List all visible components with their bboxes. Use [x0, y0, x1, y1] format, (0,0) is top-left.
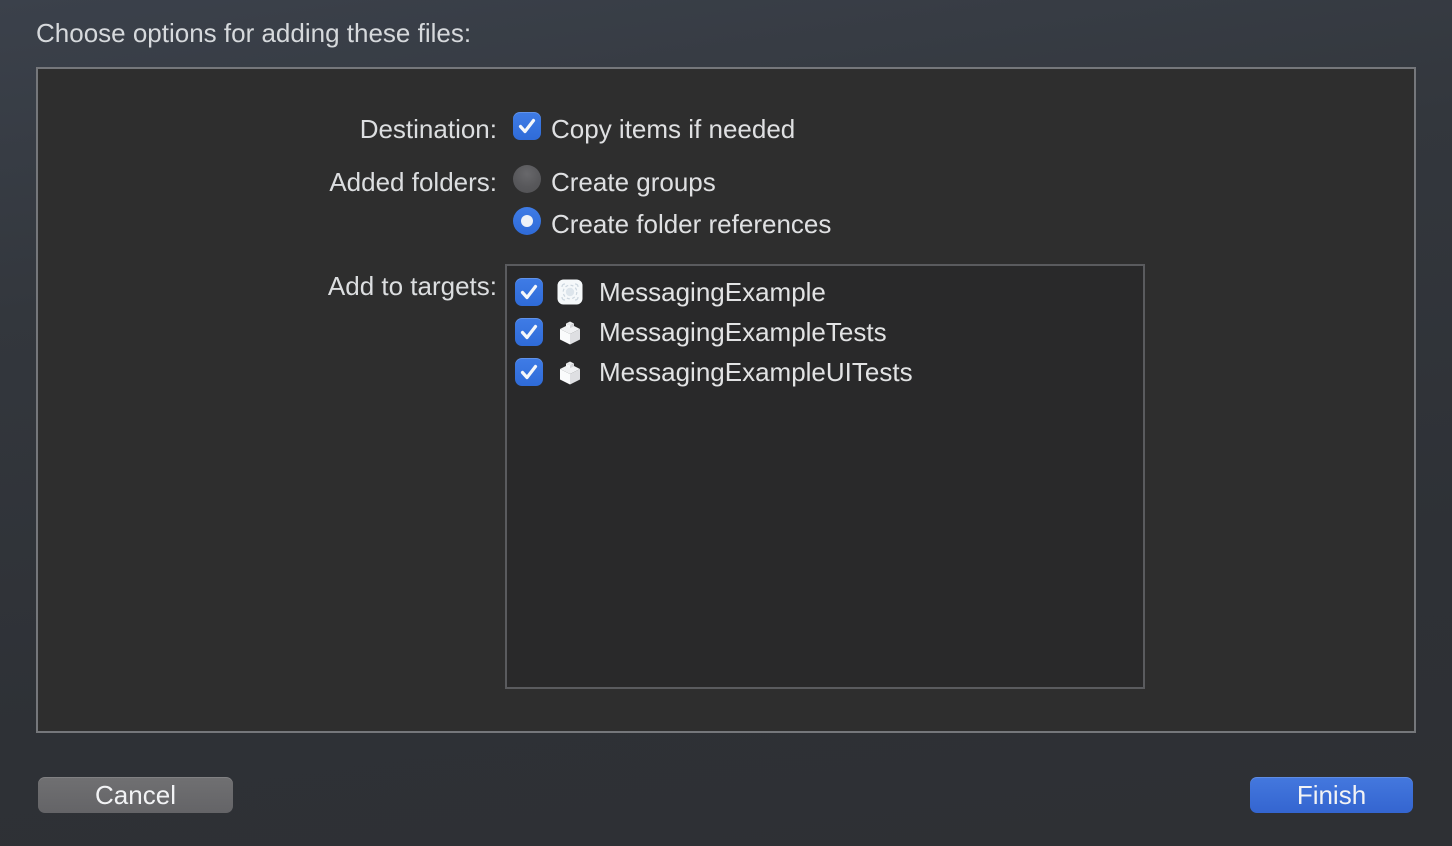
finish-button[interactable]: Finish	[1250, 777, 1413, 813]
add-files-options-dialog: Choose options for adding these files: D…	[0, 0, 1452, 846]
cancel-button[interactable]: Cancel	[38, 777, 233, 813]
dialog-title: Choose options for adding these files:	[36, 18, 471, 48]
add-to-targets-label: Add to targets:	[38, 271, 497, 301]
copy-items-label[interactable]: Copy items if needed	[551, 114, 795, 144]
targets-list[interactable]: MessagingExample	[505, 264, 1145, 689]
added-folders-label: Added folders:	[38, 167, 497, 197]
create-folder-references-radio[interactable]	[513, 207, 541, 235]
radio-selected-dot	[521, 215, 533, 227]
target-checkbox[interactable]	[515, 358, 543, 386]
target-checkbox[interactable]	[515, 278, 543, 306]
target-name: MessagingExampleUITests	[599, 357, 913, 388]
target-name: MessagingExampleTests	[599, 317, 887, 348]
options-panel: Destination: Copy items if needed Added …	[36, 67, 1416, 733]
target-row-messaging-example-tests[interactable]: MessagingExampleTests	[507, 312, 1143, 352]
create-groups-radio[interactable]	[513, 165, 541, 193]
checkmark-icon	[515, 278, 543, 306]
test-bundle-icon	[557, 319, 583, 345]
checkmark-icon	[515, 318, 543, 346]
copy-items-checkbox[interactable]	[513, 112, 541, 140]
target-row-messaging-example[interactable]: MessagingExample	[507, 272, 1143, 312]
target-name: MessagingExample	[599, 277, 826, 308]
create-groups-label[interactable]: Create groups	[551, 167, 716, 197]
checkmark-icon	[513, 112, 541, 140]
test-bundle-icon	[557, 359, 583, 385]
checkmark-icon	[515, 358, 543, 386]
app-icon	[557, 279, 583, 305]
destination-label: Destination:	[38, 114, 497, 144]
create-folder-references-label[interactable]: Create folder references	[551, 209, 831, 239]
target-checkbox[interactable]	[515, 318, 543, 346]
target-row-messaging-example-ui-tests[interactable]: MessagingExampleUITests	[507, 352, 1143, 392]
